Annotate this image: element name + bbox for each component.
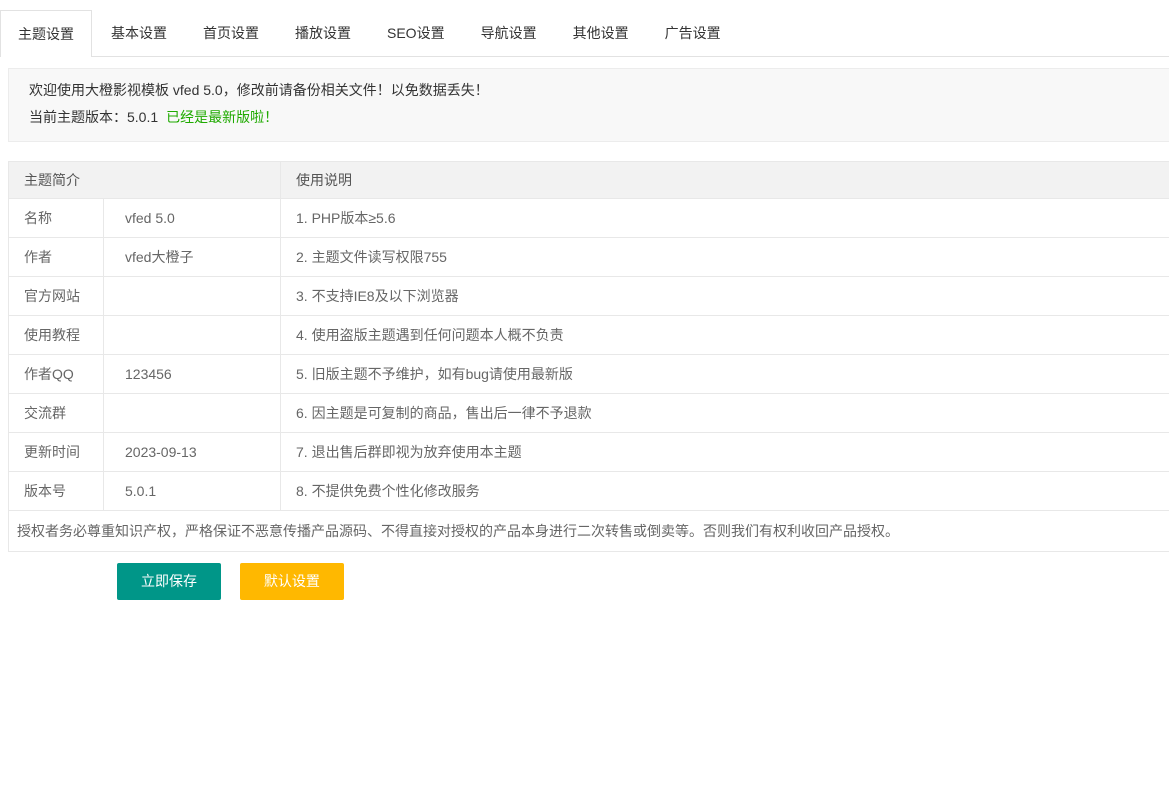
row-label: 作者QQ [9, 355, 104, 394]
row-value: vfed 5.0 [104, 199, 281, 238]
row-value: 2023-09-13 [104, 433, 281, 472]
license-notice: 授权者务必尊重知识产权，严格保证不恶意传播产品源码、不得直接对授权的产品本身进行… [9, 511, 1169, 552]
theme-settings-panel: 欢迎使用大橙影视模板 vfed 5.0，修改前请备份相关文件！以免数据丢失！ 当… [8, 68, 1169, 600]
header-usage-notes: 使用说明 [281, 162, 1169, 199]
tab-ad-settings[interactable]: 广告设置 [648, 10, 738, 56]
row-value: vfed大橙子 [104, 238, 281, 277]
header-theme-intro: 主题简介 [9, 162, 281, 199]
settings-tabbar: 主题设置 基本设置 首页设置 播放设置 SEO设置 导航设置 其他设置 广告设置 [0, 0, 1169, 57]
latest-version-badge: 已经是最新版啦！ [166, 109, 278, 125]
table-row: 作者 vfed大橙子 2. 主题文件读写权限755 [9, 238, 1169, 277]
row-value: 123456 [104, 355, 281, 394]
tab-seo-settings[interactable]: SEO设置 [370, 10, 462, 56]
notice-line2: 当前主题版本：5.0.1 已经是最新版啦！ [29, 104, 1149, 131]
table-row: 使用教程 4. 使用盗版主题遇到任何问题本人概不负责 [9, 316, 1169, 355]
row-note: 2. 主题文件读写权限755 [281, 238, 1169, 277]
row-value [104, 316, 281, 355]
tab-play-settings[interactable]: 播放设置 [278, 10, 368, 56]
row-note: 6. 因主题是可复制的商品，售出后一律不予退款 [281, 394, 1169, 433]
table-row: 名称 vfed 5.0 1. PHP版本≥5.6 [9, 199, 1169, 238]
row-value: 5.0.1 [104, 472, 281, 511]
tab-theme-settings[interactable]: 主题设置 [0, 10, 92, 57]
welcome-notice: 欢迎使用大橙影视模板 vfed 5.0，修改前请备份相关文件！以免数据丢失！ 当… [8, 68, 1169, 142]
tab-home-settings[interactable]: 首页设置 [186, 10, 276, 56]
row-value [104, 277, 281, 316]
theme-info-table: 主题简介 使用说明 名称 vfed 5.0 1. PHP版本≥5.6 作者 vf… [8, 161, 1169, 552]
table-row: 更新时间 2023-09-13 7. 退出售后群即视为放弃使用本主题 [9, 433, 1169, 472]
row-note: 5. 旧版主题不予维护，如有bug请使用最新版 [281, 355, 1169, 394]
row-label: 更新时间 [9, 433, 104, 472]
table-footer-row: 授权者务必尊重知识产权，严格保证不恶意传播产品源码、不得直接对授权的产品本身进行… [9, 511, 1169, 552]
row-label: 作者 [9, 238, 104, 277]
row-label: 名称 [9, 199, 104, 238]
save-button[interactable]: 立即保存 [117, 563, 221, 600]
default-settings-button[interactable]: 默认设置 [240, 563, 344, 600]
table-row: 版本号 5.0.1 8. 不提供免费个性化修改服务 [9, 472, 1169, 511]
row-value [104, 394, 281, 433]
notice-line1: 欢迎使用大橙影视模板 vfed 5.0，修改前请备份相关文件！以免数据丢失！ [29, 77, 1149, 104]
row-note: 7. 退出售后群即视为放弃使用本主题 [281, 433, 1169, 472]
row-label: 版本号 [9, 472, 104, 511]
table-header-row: 主题简介 使用说明 [9, 162, 1169, 199]
row-label: 官方网站 [9, 277, 104, 316]
tab-other-settings[interactable]: 其他设置 [556, 10, 646, 56]
tab-nav-settings[interactable]: 导航设置 [464, 10, 554, 56]
table-row: 作者QQ 123456 5. 旧版主题不予维护，如有bug请使用最新版 [9, 355, 1169, 394]
row-note: 1. PHP版本≥5.6 [281, 199, 1169, 238]
row-label: 使用教程 [9, 316, 104, 355]
tab-basic-settings[interactable]: 基本设置 [94, 10, 184, 56]
row-note: 4. 使用盗版主题遇到任何问题本人概不负责 [281, 316, 1169, 355]
action-buttons: 立即保存 默认设置 [117, 563, 1169, 600]
table-row: 交流群 6. 因主题是可复制的商品，售出后一律不予退款 [9, 394, 1169, 433]
table-row: 官方网站 3. 不支持IE8及以下浏览器 [9, 277, 1169, 316]
row-note: 3. 不支持IE8及以下浏览器 [281, 277, 1169, 316]
row-note: 8. 不提供免费个性化修改服务 [281, 472, 1169, 511]
row-label: 交流群 [9, 394, 104, 433]
current-version-text: 当前主题版本：5.0.1 [29, 109, 158, 125]
